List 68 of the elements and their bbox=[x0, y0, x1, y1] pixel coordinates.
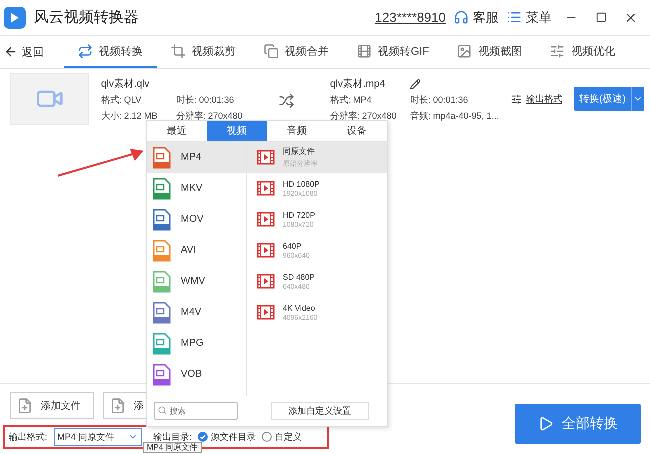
output-format-link[interactable]: 输出格式 bbox=[511, 93, 562, 106]
play-icon bbox=[538, 416, 554, 432]
film-play-icon bbox=[257, 274, 275, 289]
maximize-icon bbox=[596, 12, 606, 23]
file-format: 格式: QLV bbox=[101, 94, 143, 107]
repeat-icon bbox=[78, 44, 93, 58]
headset-icon bbox=[454, 10, 469, 25]
file-plus-icon bbox=[110, 398, 126, 414]
film-play-icon bbox=[257, 150, 275, 165]
output-format-label: 输出格式: bbox=[9, 430, 48, 444]
video-file-icon bbox=[153, 208, 171, 230]
dir-radio[interactable]: 源文件目录 bbox=[198, 430, 256, 444]
output-audio: 音频: mp4a-40-95, 1... bbox=[410, 110, 500, 123]
output-file-name: qlv素材.mp4 bbox=[330, 78, 386, 91]
file-name: qlv素材.qlv bbox=[101, 78, 151, 91]
menu-button[interactable]: 菜单 bbox=[507, 8, 552, 26]
video-file-icon bbox=[153, 302, 171, 324]
film-play-icon bbox=[257, 181, 275, 196]
back-button[interactable]: 返回 bbox=[4, 36, 50, 68]
nav-tab[interactable]: 视频转GIF bbox=[343, 36, 444, 68]
output-resolution: 分辨率: 270x480 bbox=[330, 110, 398, 123]
output-format-select[interactable]: MP4 同原文件 bbox=[54, 428, 142, 446]
edit-icon[interactable] bbox=[410, 78, 422, 90]
convert-all-button[interactable]: 全部转换 bbox=[515, 404, 641, 444]
dir-radio[interactable]: 自定义 bbox=[262, 430, 302, 444]
crop-icon bbox=[171, 44, 186, 58]
nav-tab[interactable]: 视频裁剪 bbox=[157, 36, 250, 68]
video-file-icon bbox=[153, 364, 171, 386]
format-item[interactable]: MP4 bbox=[147, 142, 246, 173]
nav-tab[interactable]: 视频合并 bbox=[250, 36, 343, 68]
file-resolution: 分辨率: 270x480 bbox=[176, 110, 243, 123]
nav-tab[interactable]: 视频转换 bbox=[64, 36, 157, 68]
output-format: 格式: MP4 bbox=[330, 94, 373, 107]
output-duration: 时长: 00:01:36 bbox=[410, 94, 470, 107]
menu-icon bbox=[507, 10, 522, 25]
file-size: 大小: 2.12 MB bbox=[101, 110, 159, 123]
film-icon bbox=[357, 44, 372, 58]
image-icon bbox=[457, 44, 472, 58]
nav-tab[interactable]: 视频截图 bbox=[443, 36, 536, 68]
nav-tab[interactable]: 视频优化 bbox=[536, 36, 630, 68]
video-file-icon bbox=[153, 240, 171, 262]
add-file-button[interactable]: 添加文件 bbox=[10, 392, 94, 419]
app-logo-icon bbox=[4, 6, 26, 28]
video-file-icon bbox=[153, 332, 171, 354]
sliders-icon bbox=[550, 44, 566, 58]
film-play-icon bbox=[257, 305, 275, 320]
film-play-icon bbox=[257, 212, 275, 227]
format-tab[interactable]: 最近 bbox=[147, 121, 207, 141]
format-tab[interactable]: 视频 bbox=[207, 121, 267, 141]
file-duration: 时长: 00:01:36 bbox=[176, 94, 236, 107]
sliders-icon bbox=[511, 94, 522, 105]
video-file-icon bbox=[153, 146, 171, 168]
film-play-icon bbox=[257, 243, 275, 258]
search-field[interactable]: 搜索 bbox=[154, 402, 238, 420]
output-dir-label: 输出目录: bbox=[154, 430, 192, 443]
video-file-icon bbox=[153, 270, 171, 292]
window-title: 风云视频转换器 bbox=[34, 8, 140, 27]
support-button[interactable]: 客服 bbox=[454, 8, 499, 26]
video-file-icon bbox=[153, 178, 171, 200]
search-icon bbox=[158, 406, 167, 415]
account-link[interactable]: 123****8910 bbox=[375, 10, 446, 25]
add-custom-button[interactable]: 添加自定义设置 bbox=[271, 402, 369, 420]
tooltip: MP4 同原文件 bbox=[143, 442, 202, 453]
convert-button[interactable]: 转换(极速) bbox=[574, 87, 631, 111]
copy-icon bbox=[264, 44, 279, 58]
shuffle-icon bbox=[278, 93, 294, 109]
format-tab[interactable]: 设备 bbox=[327, 121, 387, 141]
file-plus-icon bbox=[17, 398, 33, 414]
